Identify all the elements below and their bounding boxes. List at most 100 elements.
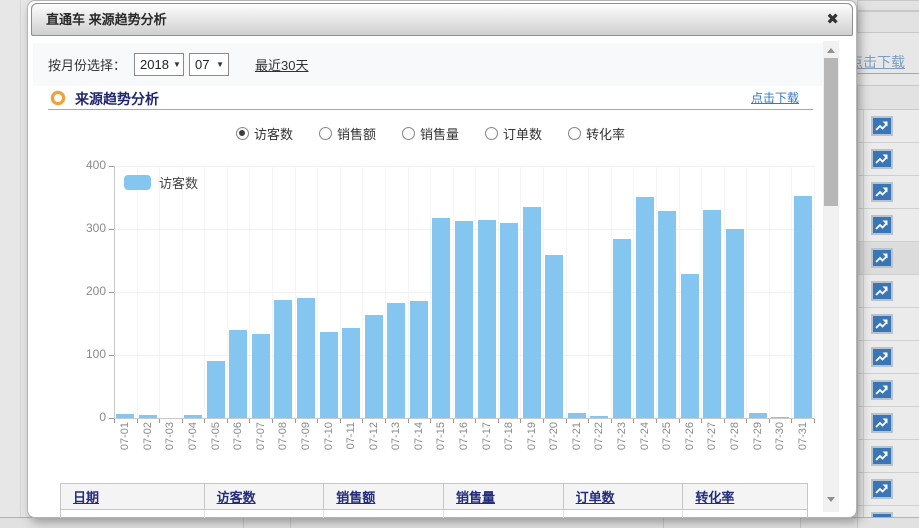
background-footer-strip bbox=[0, 517, 919, 528]
radio-icon[interactable] bbox=[485, 127, 498, 140]
bar-07-15 bbox=[432, 218, 450, 418]
trend-line-icon bbox=[871, 149, 893, 169]
bar-07-20 bbox=[545, 255, 563, 418]
bar-07-18 bbox=[500, 223, 518, 418]
gridline-x bbox=[791, 166, 792, 418]
year-select-value: 2018 bbox=[140, 57, 169, 72]
metric-radio-label: 销售额 bbox=[337, 124, 376, 143]
bar-07-01 bbox=[116, 414, 134, 418]
background-column-line bbox=[863, 473, 864, 505]
background-column-line bbox=[863, 440, 864, 472]
x-axis-tick bbox=[340, 419, 341, 423]
x-axis-tick bbox=[114, 419, 115, 423]
legend-label: 访客数 bbox=[159, 173, 198, 192]
x-axis-label: 07-23 bbox=[616, 422, 628, 462]
table-header-link-conversion-rate[interactable]: 转化率 bbox=[695, 487, 734, 506]
background-table-row bbox=[857, 341, 919, 374]
table-cell bbox=[683, 510, 807, 518]
bar-07-30 bbox=[771, 417, 789, 418]
gridline-x bbox=[340, 166, 341, 418]
metric-radio-conversion-rate[interactable]: 转化率 bbox=[568, 124, 625, 143]
gridline-y bbox=[114, 166, 814, 167]
chart-legend: 访客数 bbox=[124, 173, 198, 192]
y-axis-label: 100 bbox=[56, 347, 106, 361]
bar-07-25 bbox=[658, 211, 676, 418]
x-axis-tick bbox=[249, 419, 250, 423]
scroll-down-icon[interactable] bbox=[827, 497, 835, 502]
data-table: 日期 访客数 销售额 销售量 订单数 转化率 bbox=[60, 483, 808, 518]
y-axis-label: 400 bbox=[56, 158, 106, 172]
bar-07-06 bbox=[229, 330, 247, 418]
metric-radio-sales-volume[interactable]: 销售量 bbox=[402, 124, 459, 143]
trend-line-icon bbox=[871, 281, 893, 301]
background-cell-border bbox=[800, 518, 801, 528]
table-header-link-visitors[interactable]: 访客数 bbox=[217, 487, 256, 506]
background-column-line bbox=[863, 110, 864, 142]
radio-icon[interactable] bbox=[568, 127, 581, 140]
gridline-x bbox=[498, 166, 499, 418]
gridline-x bbox=[249, 166, 250, 418]
background-table-row bbox=[857, 110, 919, 143]
table-row bbox=[60, 510, 808, 518]
radio-icon[interactable] bbox=[402, 127, 415, 140]
section-title: 来源趋势分析 bbox=[75, 89, 159, 109]
x-axis-label: 07-11 bbox=[345, 422, 357, 462]
x-axis-label: 07-08 bbox=[277, 422, 289, 462]
background-table-row bbox=[857, 275, 919, 308]
scroll-up-icon[interactable] bbox=[827, 48, 835, 53]
x-axis-tick bbox=[430, 419, 431, 423]
table-header-link-orders[interactable]: 订单数 bbox=[576, 487, 615, 506]
x-axis-label: 07-06 bbox=[232, 422, 244, 462]
x-axis-tick bbox=[295, 419, 296, 423]
metric-radio-sales-amount[interactable]: 销售额 bbox=[319, 124, 376, 143]
x-axis-tick bbox=[814, 419, 815, 423]
trend-line-icon bbox=[871, 380, 893, 400]
radio-icon[interactable] bbox=[319, 127, 332, 140]
background-table-row bbox=[857, 209, 919, 242]
x-axis-tick bbox=[611, 419, 612, 423]
background-column-line bbox=[863, 209, 864, 241]
radio-selected-icon[interactable] bbox=[236, 127, 249, 140]
modal-scrollbar[interactable] bbox=[823, 41, 839, 512]
table-cell bbox=[205, 510, 325, 518]
chevron-down-icon: ▼ bbox=[216, 60, 224, 69]
bar-07-29 bbox=[749, 413, 767, 418]
x-axis-tick bbox=[204, 419, 205, 423]
gridline-x bbox=[814, 166, 815, 418]
x-axis-tick bbox=[317, 419, 318, 423]
table-header-link-sales-volume[interactable]: 销售量 bbox=[456, 487, 495, 506]
table-header-link-sales-amount[interactable]: 销售额 bbox=[336, 487, 375, 506]
x-axis-label: 07-05 bbox=[210, 422, 222, 462]
trend-analysis-modal: 直通车 来源趋势分析 ✖ 按月份选择： 2018 ▼ 07 ▼ 最近30天 来源… bbox=[27, 0, 857, 518]
gridline-x bbox=[430, 166, 431, 418]
month-select[interactable]: 07 ▼ bbox=[189, 53, 229, 76]
metric-radio-label: 转化率 bbox=[586, 124, 625, 143]
table-header-sales-amount: 销售额 bbox=[324, 484, 444, 509]
download-link[interactable]: 点击下载 bbox=[751, 89, 799, 106]
table-header-link-date[interactable]: 日期 bbox=[73, 487, 99, 506]
gridline-x bbox=[520, 166, 521, 418]
metric-radio-label: 订单数 bbox=[503, 124, 542, 143]
metric-radio-visitors[interactable]: 访客数 bbox=[236, 124, 293, 143]
x-axis-tick bbox=[227, 419, 228, 423]
month-filter-bar: 按月份选择： 2018 ▼ 07 ▼ 最近30天 bbox=[33, 43, 823, 86]
legend-swatch bbox=[124, 175, 151, 190]
x-axis-tick bbox=[769, 419, 770, 423]
metric-radio-orders[interactable]: 订单数 bbox=[485, 124, 542, 143]
background-cell bbox=[857, 0, 919, 11]
gridline-x bbox=[385, 166, 386, 418]
scrollbar-thumb[interactable] bbox=[824, 58, 838, 206]
close-icon[interactable]: ✖ bbox=[826, 11, 839, 29]
x-axis-tick bbox=[588, 419, 589, 423]
metric-radio-group: 访客数 销售额 销售量 订单数 转化率 bbox=[48, 122, 813, 144]
x-axis-tick bbox=[656, 419, 657, 423]
year-select[interactable]: 2018 ▼ bbox=[134, 53, 184, 76]
x-axis-label: 07-14 bbox=[413, 422, 425, 462]
recent-30-days-link[interactable]: 最近30天 bbox=[255, 55, 308, 74]
x-axis-tick bbox=[633, 419, 634, 423]
y-axis-line bbox=[114, 166, 115, 418]
gridline-x bbox=[475, 166, 476, 418]
y-axis-label: 300 bbox=[56, 221, 106, 235]
trend-line-icon bbox=[871, 413, 893, 433]
table-cell bbox=[444, 510, 564, 518]
